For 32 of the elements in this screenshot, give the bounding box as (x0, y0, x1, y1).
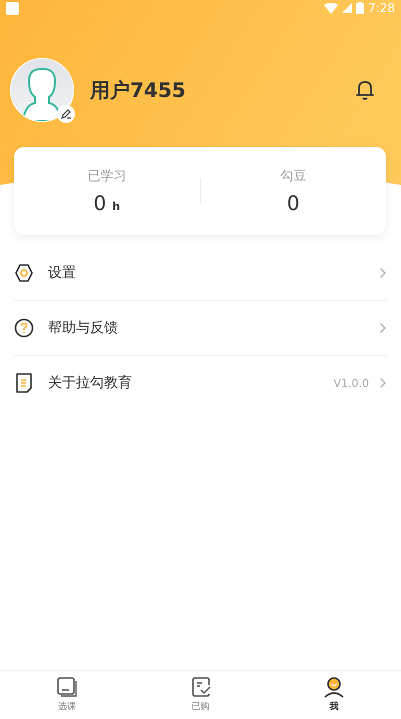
status-time: 7:28 (368, 1, 395, 15)
battery-icon (356, 2, 364, 14)
stat-unit: h (112, 200, 120, 213)
book-icon (56, 676, 78, 698)
menu-label: 设置 (48, 264, 77, 282)
stat-label: 勾豆 (280, 168, 306, 185)
document-icon (15, 373, 33, 393)
menu-label: 关于拉勾教育 (48, 374, 133, 392)
help-icon (14, 318, 34, 338)
menu-item[interactable]: 关于拉勾教育 V1.0.0 (14, 356, 387, 410)
username: 用户7455 (90, 76, 187, 104)
chevron-icon (379, 322, 387, 334)
notification-icon (6, 2, 19, 14)
settings-icon (14, 263, 34, 283)
menu-item[interactable]: 帮助与反馈 (14, 301, 387, 356)
menu-label: 帮助与反馈 (48, 319, 119, 337)
edit-icon[interactable] (57, 105, 75, 123)
menu-item[interactable]: 设置 (14, 246, 387, 301)
stat-value: 0 (93, 191, 106, 215)
stat-value: 0 (286, 191, 300, 215)
tab[interactable]: 我 (267, 671, 401, 719)
version-text: V1.0.0 (333, 376, 369, 390)
bell-icon[interactable] (355, 79, 375, 101)
tab[interactable]: 已购 (134, 671, 268, 719)
user-icon (323, 676, 346, 698)
wifi-icon (324, 2, 338, 14)
checklist-icon (190, 676, 212, 698)
signal-icon (342, 3, 352, 13)
chevron-icon (379, 267, 387, 279)
tab[interactable]: 选课 (0, 671, 134, 719)
chevron-icon (379, 377, 387, 389)
stat-label: 已学习 (87, 168, 126, 185)
